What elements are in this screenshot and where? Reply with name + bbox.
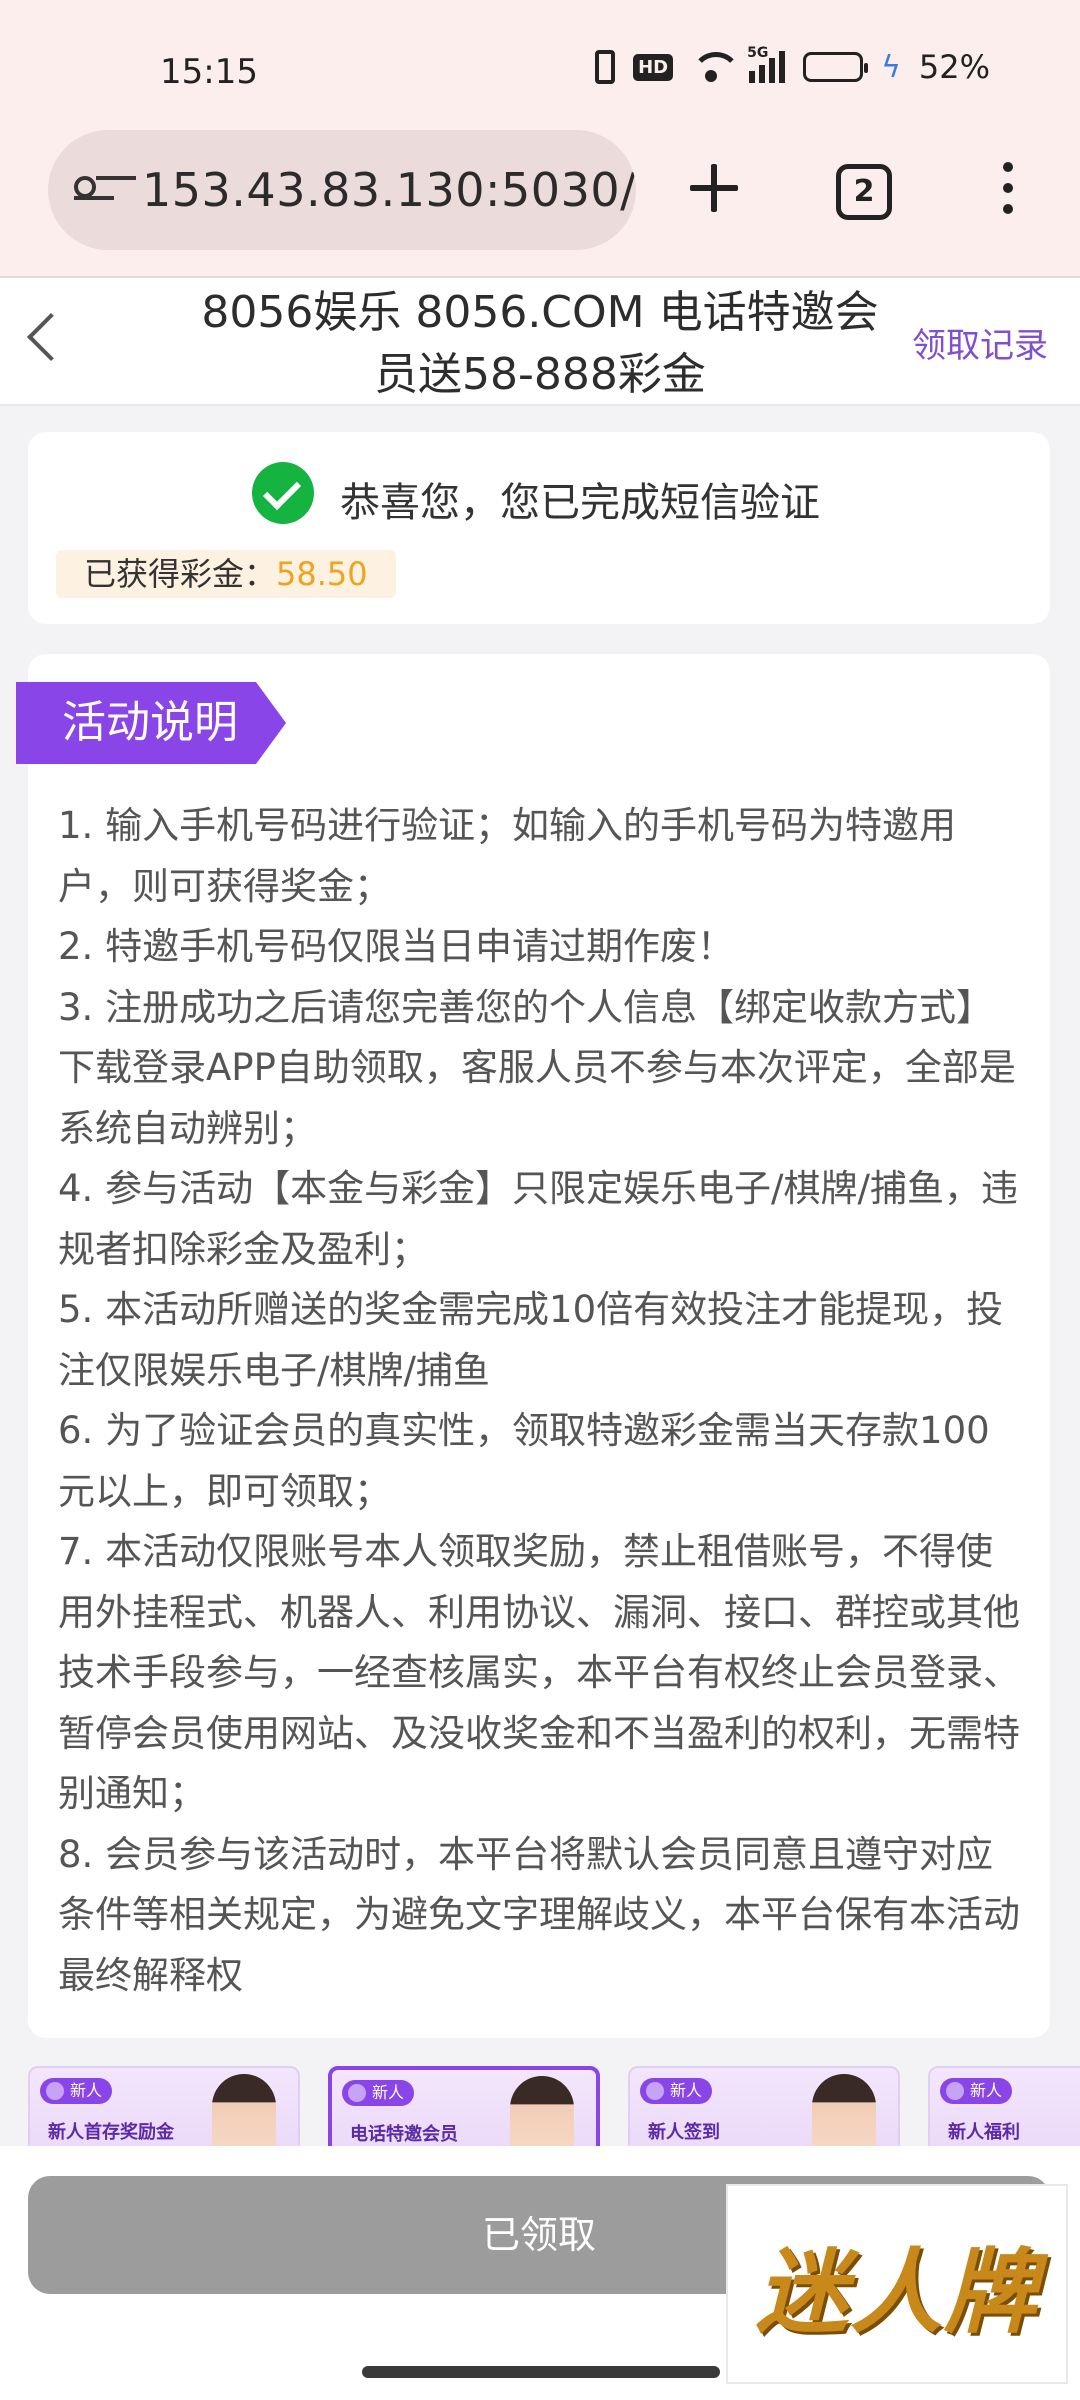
network-type-label: 5G [747, 45, 769, 61]
brand-logo-text: 迷人牌 [755, 2237, 1038, 2346]
battery-percent: 52% [918, 48, 990, 86]
bonus-value: 58.50 [276, 555, 368, 593]
browser-chrome: 15:15 HD 5G ϟ 52% 153.43.83.130:5030/h 2 [0, 0, 1080, 276]
check-circle-icon [252, 462, 314, 524]
rule-item: 6. 为了验证会员的真实性，领取特邀彩金需当天存款100元以上，即可领取； [58, 1409, 990, 1513]
claim-records-link[interactable]: 领取记录 [912, 318, 1048, 367]
home-indicator[interactable] [362, 2366, 720, 2378]
rule-item: 1. 输入手机号码进行验证；如输入的手机号码为特邀用户，则可获得奖金； [58, 804, 957, 908]
section-heading: 活动说明 [62, 697, 238, 748]
rule-item: 3. 注册成功之后请您完善您的个人信息【绑定收款方式】下载登录APP自助领取，客… [58, 985, 1016, 1150]
page-header: 8056娱乐 8056.COM 电话特邀会员送58-888彩金 领取记录 [0, 276, 1080, 406]
site-settings-icon[interactable] [74, 170, 120, 210]
section-ribbon: 活动说明 [16, 682, 286, 764]
promo-title: 电话特邀会员 [350, 2124, 458, 2145]
rules-list: 1. 输入手机号码进行验证；如输入的手机号码为特邀用户，则可获得奖金； 2. 特… [58, 796, 1024, 2006]
hd-icon: HD [633, 53, 674, 81]
success-message: 恭喜您，您已完成短信验证 [340, 480, 820, 526]
brand-watermark: 迷人牌 [726, 2184, 1068, 2384]
promo-model-image [510, 2076, 574, 2146]
back-arrow-icon[interactable] [26, 312, 76, 362]
promo-model-image [212, 2074, 276, 2146]
rule-item: 2. 特邀手机号码仅限当日申请过期作废！ [58, 925, 735, 968]
status-time: 15:15 [160, 52, 258, 92]
promo-tile-active[interactable]: 新人 电话特邀会员 [328, 2066, 600, 2146]
promo-title: 新人首存奖励金 [48, 2122, 174, 2143]
charging-icon: ϟ [881, 49, 901, 85]
wifi-icon [691, 52, 742, 82]
new-badge: 新人 [940, 2078, 1013, 2104]
page-title: 8056娱乐 8056.COM 电话特邀会员送58-888彩金 [201, 287, 879, 400]
promo-title: 新人签到 [648, 2122, 720, 2143]
rule-item: 4. 参与活动【本金与彩金】只限定娱乐电子/棋牌/捕鱼，违规者扣除彩金及盈利； [58, 1167, 1018, 1271]
rule-item: 5. 本活动所赠送的奖金需完成10倍有效投注才能提现，投注仅限娱乐电子/棋牌/捕… [58, 1288, 1004, 1392]
new-badge: 新人 [342, 2080, 415, 2106]
vibrate-icon [595, 50, 616, 84]
promo-title: 新人福利 [948, 2122, 1020, 2143]
rule-item: 7. 本活动仅限账号本人领取奖励，禁止租借账号，不得使用外挂程式、机器人、利用协… [58, 1530, 1020, 1815]
tab-switcher-button[interactable]: 2 [836, 164, 892, 220]
status-icons: HD 5G ϟ 52% [595, 45, 990, 86]
signal-icon: 5G [747, 45, 786, 83]
new-badge: 新人 [40, 2078, 113, 2104]
promo-tile[interactable]: 新人 新人首存奖励金 [28, 2066, 300, 2146]
rule-item: 8. 会员参与该活动时，本平台将默认会员同意且遵守对应条件等相关规定，为避免文字… [58, 1832, 1020, 1997]
promo-carousel[interactable]: 新人 新人首存奖励金 新人 电话特邀会员 新人 新人签到 新人 新人福利 [28, 2066, 1080, 2146]
promo-model-image [812, 2074, 876, 2146]
promo-tile[interactable]: 新人 新人福利 [928, 2066, 1080, 2146]
new-badge: 新人 [640, 2078, 713, 2104]
more-options-icon[interactable] [1000, 162, 1016, 222]
promo-tile[interactable]: 新人 新人签到 [628, 2066, 900, 2146]
new-tab-button[interactable] [684, 158, 744, 218]
bonus-label: 已获得彩金： [84, 555, 277, 593]
verification-success-card: 恭喜您，您已完成短信验证 已获得彩金：58.50 [28, 432, 1050, 624]
address-bar[interactable]: 153.43.83.130:5030/h [48, 130, 636, 250]
battery-icon [803, 52, 869, 82]
activity-description-card: 活动说明 1. 输入手机号码进行验证；如输入的手机号码为特邀用户，则可获得奖金；… [16, 654, 1050, 2038]
bonus-badge: 已获得彩金：58.50 [56, 550, 396, 598]
url-text[interactable]: 153.43.83.130:5030/h [142, 163, 636, 217]
bottom-action-bar: 已领取 迷人牌 [0, 2146, 1080, 2400]
